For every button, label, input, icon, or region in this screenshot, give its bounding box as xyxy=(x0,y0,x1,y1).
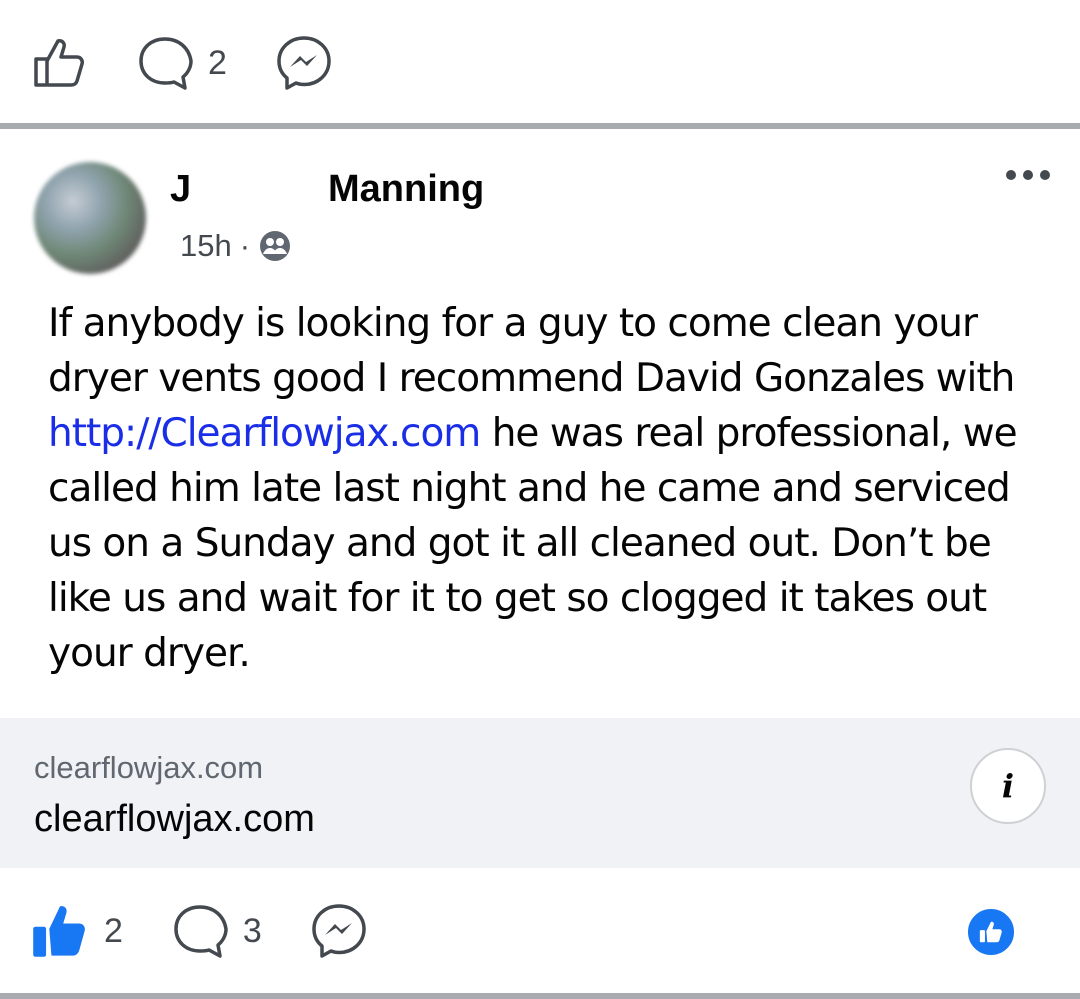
send-button[interactable] xyxy=(310,902,368,960)
more-options-button[interactable] xyxy=(1006,170,1050,180)
meta-separator: · xyxy=(239,228,251,263)
post-divider-bottom xyxy=(0,993,1080,999)
comment-count: 2 xyxy=(208,43,227,82)
comment-button[interactable]: 2 xyxy=(136,34,227,92)
audience-icon xyxy=(260,231,291,261)
info-button[interactable]: i xyxy=(970,748,1046,824)
like-icon-filled xyxy=(33,906,85,957)
comment-count: 3 xyxy=(242,911,262,950)
like-count: 2 xyxy=(104,911,123,950)
like-reaction-icon xyxy=(979,921,1002,943)
reaction-summary[interactable] xyxy=(966,907,1016,957)
post-meta: 15h · xyxy=(180,228,292,264)
link-preview-domain: clearflowjax.com xyxy=(34,750,264,785)
link-preview-card[interactable]: clearflowjax.com clearflowjax.com i xyxy=(0,718,1080,868)
post-text: If anybody is looking for a guy to come … xyxy=(48,296,1048,681)
avatar[interactable] xyxy=(34,162,146,274)
comment-icon xyxy=(139,37,193,90)
post-header: J Manning 15h · xyxy=(34,160,1064,274)
author-last-name[interactable]: Manning xyxy=(328,168,484,211)
comment-icon xyxy=(174,905,228,958)
post-actions: 2 3 xyxy=(30,888,1050,974)
info-icon: i xyxy=(1001,767,1015,805)
messenger-icon xyxy=(312,904,366,958)
post-time[interactable]: 15h xyxy=(180,228,232,264)
messenger-icon xyxy=(277,36,331,90)
like-icon xyxy=(34,39,84,87)
more-icon xyxy=(1006,170,1016,180)
like-button[interactable] xyxy=(32,35,88,91)
post-divider-top xyxy=(0,123,1080,129)
comment-button[interactable]: 3 xyxy=(171,902,262,960)
send-button[interactable] xyxy=(275,34,333,92)
previous-post-actions: 2 xyxy=(32,20,381,106)
like-button[interactable]: 2 xyxy=(30,901,123,961)
author-first-name[interactable]: J xyxy=(170,168,191,211)
post-text-before-link: If anybody is looking for a guy to come … xyxy=(48,301,1015,401)
link-preview-title: clearflowjax.com xyxy=(34,798,315,840)
post-link[interactable]: http://Clearflowjax.com xyxy=(48,411,481,456)
